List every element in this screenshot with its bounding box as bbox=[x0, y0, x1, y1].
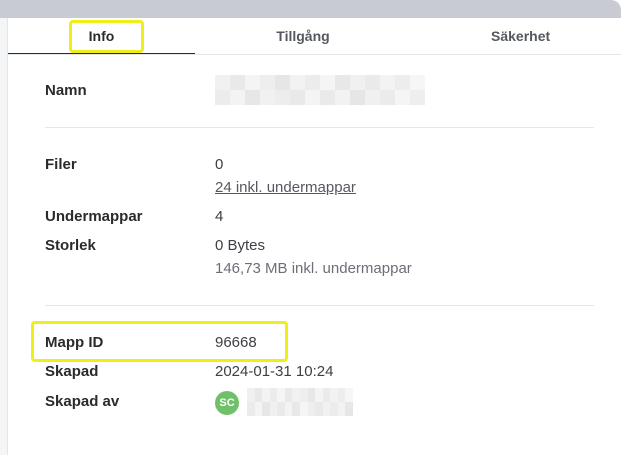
name-label: Namn bbox=[45, 82, 87, 99]
window-top-bar bbox=[0, 0, 621, 18]
size-value: 0 Bytes bbox=[215, 237, 266, 254]
subfolders-label: Undermappar bbox=[45, 208, 143, 225]
created-label: Skapad bbox=[45, 363, 99, 380]
name-value-redacted bbox=[215, 75, 425, 105]
divider bbox=[45, 305, 594, 306]
size-incl-subfolders: 146,73 MB inkl. undermappar bbox=[215, 260, 412, 277]
divider bbox=[45, 127, 594, 128]
created-value: 2024-01-31 10:24 bbox=[215, 363, 334, 380]
tab-access[interactable]: Tillgång bbox=[195, 18, 411, 54]
tab-info[interactable]: Info bbox=[8, 18, 195, 54]
folder-id-value: 96668 bbox=[215, 334, 257, 351]
tab-bar: Info Tillgång Säkerhet bbox=[8, 18, 621, 55]
created-by-label: Skapad av bbox=[45, 393, 120, 410]
folder-info-panel: Info Tillgång Säkerhet Namn Filer 0 24 i… bbox=[8, 18, 621, 455]
size-label: Storlek bbox=[45, 237, 96, 254]
creator-avatar: SC bbox=[215, 391, 239, 415]
files-value: 0 bbox=[215, 156, 224, 173]
files-label: Filer bbox=[45, 156, 77, 173]
left-edge bbox=[0, 18, 8, 455]
folder-id-label: Mapp ID bbox=[45, 334, 104, 351]
files-incl-subfolders-link[interactable]: 24 inkl. undermappar bbox=[215, 179, 356, 196]
subfolders-value: 4 bbox=[215, 208, 224, 225]
tab-security[interactable]: Säkerhet bbox=[411, 18, 621, 54]
creator-name-redacted bbox=[247, 388, 353, 416]
